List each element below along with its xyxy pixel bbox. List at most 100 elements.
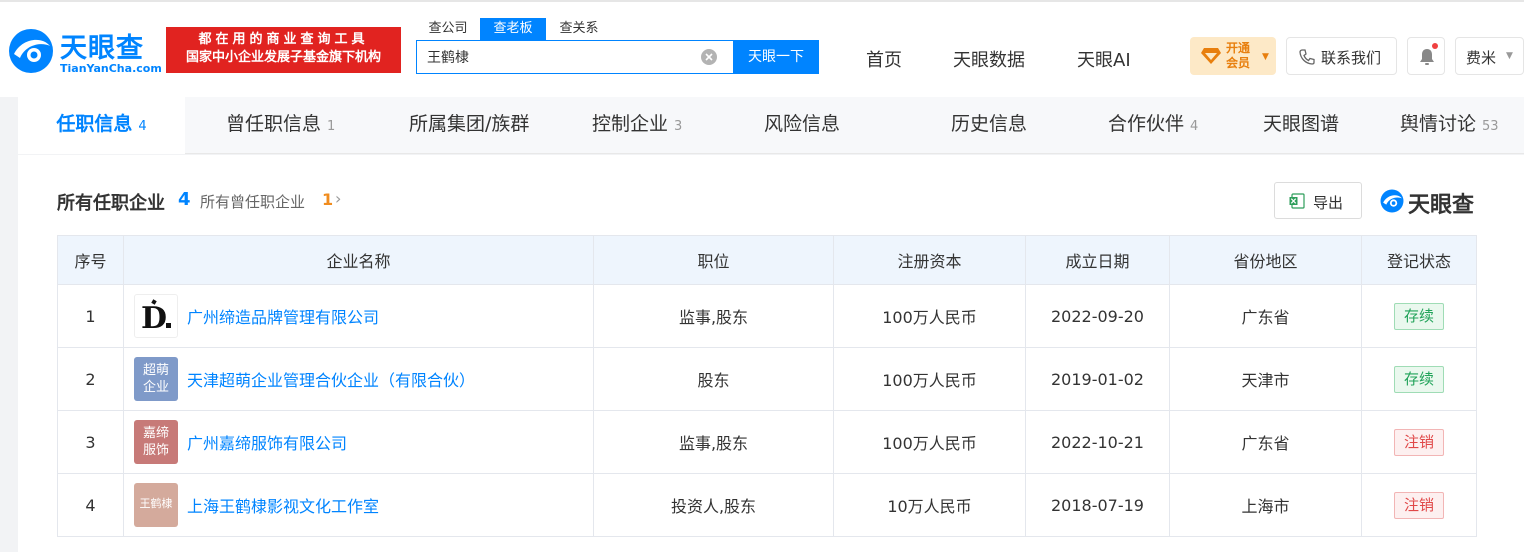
notification-dot — [1432, 43, 1438, 49]
chevron-down-icon: ▼ — [1262, 52, 1269, 62]
table-row: 4 王鹤棣 上海王鹤棣影视文化工作室 投资人,股东 10万人民币 2018-07-… — [57, 473, 1477, 537]
status-cell: 存续 — [1361, 347, 1477, 411]
status-badge: 存续 — [1394, 302, 1444, 330]
tab-employment[interactable]: 任职信息 4 — [18, 97, 185, 154]
vip-button[interactable]: 开通 会员 ▼ — [1190, 37, 1276, 75]
search-box — [416, 40, 734, 74]
company-logo[interactable]: D — [134, 294, 178, 338]
tab-former-employment[interactable]: 曾任职信息 1 — [226, 97, 335, 154]
col-date: 成立日期 — [1025, 235, 1170, 285]
user-name: 费米 — [1466, 49, 1497, 67]
row-index: 3 — [57, 410, 124, 474]
logo-text: 天眼查 — [60, 33, 144, 64]
company-logo[interactable]: 王鹤棣 — [134, 483, 178, 527]
section-title: 所有任职企业 — [57, 193, 165, 214]
user-menu[interactable]: 费米 ▼ — [1455, 37, 1524, 75]
search-tab-relation[interactable]: 查关系 — [546, 18, 612, 40]
company-link[interactable]: 天津超萌企业管理合伙企业（有限合伙） — [187, 367, 475, 391]
col-index: 序号 — [57, 235, 124, 285]
company-logo[interactable]: 嘉缔 服饰 — [134, 420, 178, 464]
former-employment-link[interactable]: 所有曾任职企业 — [200, 191, 305, 212]
clear-icon[interactable] — [701, 49, 717, 65]
tab-label: 控制企业 — [592, 113, 669, 135]
chevron-right-icon[interactable]: › — [335, 189, 341, 208]
eye-logo-icon — [9, 29, 53, 73]
status-cell: 注销 — [1361, 473, 1477, 537]
status-cell: 注销 — [1361, 410, 1477, 474]
table-row: 3 嘉缔 服饰 广州嘉缔服饰有限公司 监事,股东 100万人民币 2022-10-2… — [57, 410, 1477, 474]
company-link[interactable]: 上海王鹤棣影视文化工作室 — [187, 493, 379, 517]
slogan-line2: 国家中小企业发展子基金旗下机构 — [185, 50, 381, 65]
diamond-icon — [1201, 48, 1221, 64]
contact-button[interactable]: 联系我们 — [1286, 37, 1397, 75]
company-cell: 超萌 企业 天津超萌企业管理合伙企业（有限合伙） — [123, 347, 594, 411]
position-cell: 投资人,股东 — [593, 473, 834, 537]
capital-cell: 100万人民币 — [833, 410, 1026, 474]
tab-label: 天眼图谱 — [1263, 113, 1340, 135]
tab-risk[interactable]: 风险信息 — [764, 97, 840, 154]
capital-cell: 10万人民币 — [833, 473, 1026, 537]
eye-logo-icon — [1380, 189, 1404, 213]
tab-group[interactable]: 所属集团/族群 — [409, 97, 529, 154]
date-cell: 2022-09-20 — [1025, 284, 1170, 348]
tab-partners[interactable]: 合作伙伴 4 — [1108, 97, 1198, 154]
brand-watermark: 天眼查 — [1380, 187, 1480, 218]
profile-tabs: 任职信息 4 曾任职信息 1 所属集团/族群 控制企业 3 风险信息 历史信息 合作伙… — [18, 97, 1524, 154]
tab-graph[interactable]: 天眼图谱 — [1263, 97, 1339, 154]
company-link[interactable]: 广州缔造品牌管理有限公司 — [187, 304, 379, 328]
company-logo-text: 超萌 企业 — [142, 363, 169, 395]
tab-history[interactable]: 历史信息 — [951, 97, 1027, 154]
status-badge: 存续 — [1394, 365, 1444, 393]
table-row: 1 D 广州缔造品牌管理有限公司 监事,股东 100万人民币 2022-09-2… — [57, 284, 1477, 348]
company-cell: 王鹤棣 上海王鹤棣影视文化工作室 — [123, 473, 594, 537]
company-cell: D 广州缔造品牌管理有限公司 — [123, 284, 594, 348]
vip-label-line1: 开通 — [1226, 41, 1251, 55]
notification-button[interactable] — [1407, 37, 1445, 75]
slogan-line1: 都在用的商业查询工具 — [198, 32, 369, 47]
position-cell: 监事,股东 — [593, 284, 834, 348]
company-logo[interactable]: 超萌 企业 — [134, 357, 178, 401]
nav-home[interactable]: 首页 — [866, 46, 902, 72]
date-cell: 2019-01-02 — [1025, 347, 1170, 411]
row-index: 1 — [57, 284, 124, 348]
former-employment-count[interactable]: 1 — [322, 190, 333, 209]
tab-public-opinion[interactable]: 舆情讨论 53 — [1400, 97, 1499, 154]
nav-ai[interactable]: 天眼AI — [1077, 46, 1131, 72]
region-cell: 天津市 — [1169, 347, 1362, 411]
region-cell: 广东省 — [1169, 410, 1362, 474]
tab-count: 4 — [138, 119, 147, 134]
excel-icon — [1289, 193, 1305, 209]
row-index: 2 — [57, 347, 124, 411]
vip-label-line2: 会员 — [1226, 56, 1251, 70]
tianyancha-logo[interactable]: 天眼查 TianYanCha.com — [8, 26, 162, 78]
brand-text: 天眼查 — [1408, 193, 1475, 218]
search-tab-boss[interactable]: 查老板 — [480, 18, 546, 40]
tab-label: 所属集团/族群 — [409, 113, 530, 135]
status-cell: 存续 — [1361, 284, 1477, 348]
tab-count: 4 — [1190, 119, 1199, 134]
nav-data[interactable]: 天眼数据 — [953, 46, 1025, 72]
header-divider — [0, 0, 1524, 2]
search-button[interactable]: 天眼一下 — [733, 40, 819, 74]
bell-icon — [1420, 49, 1434, 65]
col-status: 登记状态 — [1361, 235, 1477, 285]
export-button[interactable]: 导出 — [1274, 182, 1362, 219]
tab-count: 3 — [674, 119, 683, 134]
status-badge: 注销 — [1394, 491, 1444, 519]
search-tab-company[interactable]: 查公司 — [416, 18, 480, 40]
capital-cell: 100万人民币 — [833, 284, 1026, 348]
date-cell: 2022-10-21 — [1025, 410, 1170, 474]
contact-label: 联系我们 — [1321, 49, 1382, 67]
employment-section: 所有任职企业 4 所有曾任职企业 1 › 导出 天眼查 序号 企业名称 职位 注… — [18, 155, 1524, 552]
employment-table: 序号 企业名称 职位 注册资本 成立日期 省份地区 登记状态 1 D 广州缔造品… — [57, 235, 1477, 537]
capital-cell: 100万人民币 — [833, 347, 1026, 411]
tab-count: 1 — [327, 119, 336, 134]
col-region: 省份地区 — [1169, 235, 1362, 285]
region-cell: 上海市 — [1169, 473, 1362, 537]
chevron-down-icon: ▼ — [1506, 51, 1513, 61]
status-badge: 注销 — [1394, 428, 1444, 456]
tab-controlled-companies[interactable]: 控制企业 3 — [592, 97, 682, 154]
company-link[interactable]: 广州嘉缔服饰有限公司 — [187, 430, 347, 454]
position-cell: 监事,股东 — [593, 410, 834, 474]
search-input[interactable] — [427, 41, 697, 73]
